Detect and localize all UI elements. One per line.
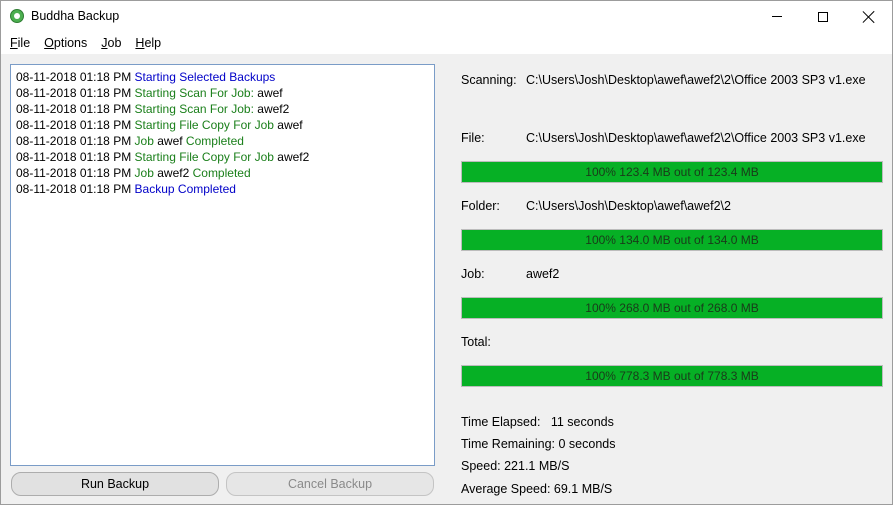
folder-path: C:\Users\Josh\Desktop\awef\awef2\2 — [526, 199, 731, 213]
file-progress-text: 100% 123.4 MB out of 123.4 MB — [585, 165, 759, 179]
run-backup-button[interactable]: Run Backup — [11, 472, 219, 496]
job-progress-text: 100% 268.0 MB out of 268.0 MB — [585, 301, 759, 315]
menu-file-label: ile — [17, 36, 31, 50]
log-time: 08-11-2018 01:18 PM — [16, 86, 132, 100]
log-time: 08-11-2018 01:18 PM — [16, 70, 132, 84]
job-progress-bar: 100% 268.0 MB out of 268.0 MB — [461, 297, 883, 319]
folder-label: Folder: — [461, 199, 500, 213]
average-speed: Average Speed: 69.1 MB/S — [461, 482, 613, 496]
log-message-tail: Completed — [189, 166, 251, 180]
app-window: Buddha Backup File Options Job Help 08-1… — [0, 0, 893, 505]
log-line: 08-11-2018 01:18 PM Starting Scan For Jo… — [16, 101, 429, 117]
total-label: Total: — [461, 335, 491, 349]
log-line: 08-11-2018 01:18 PM Starting File Copy F… — [16, 117, 429, 133]
total-progress-text: 100% 778.3 MB out of 778.3 MB — [585, 369, 759, 383]
time-elapsed: Time Elapsed: 11 seconds — [461, 415, 614, 429]
menu-job-label: ob — [107, 36, 122, 50]
file-label: File: — [461, 131, 485, 145]
folder-progress-text: 100% 134.0 MB out of 134.0 MB — [585, 233, 759, 247]
folder-progress-bar: 100% 134.0 MB out of 134.0 MB — [461, 229, 883, 251]
log-message: Job — [134, 166, 154, 180]
log-message-tail: Completed — [182, 134, 244, 148]
job-name: awef2 — [526, 267, 560, 281]
cancel-backup-button: Cancel Backup — [226, 472, 434, 496]
log-line: 08-11-2018 01:18 PM Backup Completed — [16, 181, 429, 197]
log-line: 08-11-2018 01:18 PM Job awef Completed — [16, 133, 429, 149]
log-job-name: awef2 — [273, 150, 310, 164]
log-message: Starting File Copy For Job — [134, 150, 274, 164]
log-time: 08-11-2018 01:18 PM — [16, 182, 132, 196]
menu-options-label: ptions — [53, 36, 88, 50]
menu-options-mnemonic: O — [44, 36, 54, 50]
log-message: Job — [134, 134, 154, 148]
menu-options[interactable]: Options — [37, 32, 94, 54]
log-message: Starting Scan For Job: — [134, 102, 254, 116]
menu-file-mnemonic: F — [10, 36, 18, 50]
log-time: 08-11-2018 01:18 PM — [16, 118, 132, 132]
log-job-name: awef — [253, 86, 283, 100]
app-logo-icon — [10, 9, 24, 23]
log-job-name: awef2 — [253, 102, 290, 116]
log-time: 08-11-2018 01:18 PM — [16, 134, 132, 148]
log-line: 08-11-2018 01:18 PM Starting Scan For Jo… — [16, 85, 429, 101]
total-progress-bar: 100% 778.3 MB out of 778.3 MB — [461, 365, 883, 387]
status-panel: Scanning: C:\Users\Josh\Desktop\awef\awe… — [461, 1, 891, 504]
job-label: Job: — [461, 267, 485, 281]
log-job-name: awef2 — [153, 166, 190, 180]
log-line: 08-11-2018 01:18 PM Job awef2 Completed — [16, 165, 429, 181]
log-time: 08-11-2018 01:18 PM — [16, 166, 132, 180]
log-job-name: awef — [273, 118, 303, 132]
log-message: Starting Scan For Job: — [134, 86, 254, 100]
scanning-path: C:\Users\Josh\Desktop\awef\awef2\2\Offic… — [526, 73, 866, 87]
log-message: Starting Selected Backups — [134, 70, 276, 84]
speed: Speed: 221.1 MB/S — [461, 459, 570, 473]
menu-job[interactable]: Job — [94, 32, 128, 54]
menu-help-label: elp — [144, 36, 162, 50]
log-line: 08-11-2018 01:18 PM Starting Selected Ba… — [16, 69, 429, 85]
scanning-label: Scanning: — [461, 73, 517, 87]
time-remaining: Time Remaining: 0 seconds — [461, 437, 616, 451]
log-message: Backup Completed — [134, 182, 236, 196]
log-job-name: awef — [153, 134, 183, 148]
log-time: 08-11-2018 01:18 PM — [16, 102, 132, 116]
window-title: Buddha Backup — [31, 9, 120, 23]
log-message: Starting File Copy For Job — [134, 118, 274, 132]
log-panel[interactable]: 08-11-2018 01:18 PM Starting Selected Ba… — [10, 64, 435, 466]
file-path: C:\Users\Josh\Desktop\awef\awef2\2\Offic… — [526, 131, 866, 145]
log-time: 08-11-2018 01:18 PM — [16, 150, 132, 164]
menu-help[interactable]: Help — [128, 32, 168, 54]
file-progress-bar: 100% 123.4 MB out of 123.4 MB — [461, 161, 883, 183]
log-line: 08-11-2018 01:18 PM Starting File Copy F… — [16, 149, 429, 165]
menu-file[interactable]: File — [3, 32, 37, 54]
